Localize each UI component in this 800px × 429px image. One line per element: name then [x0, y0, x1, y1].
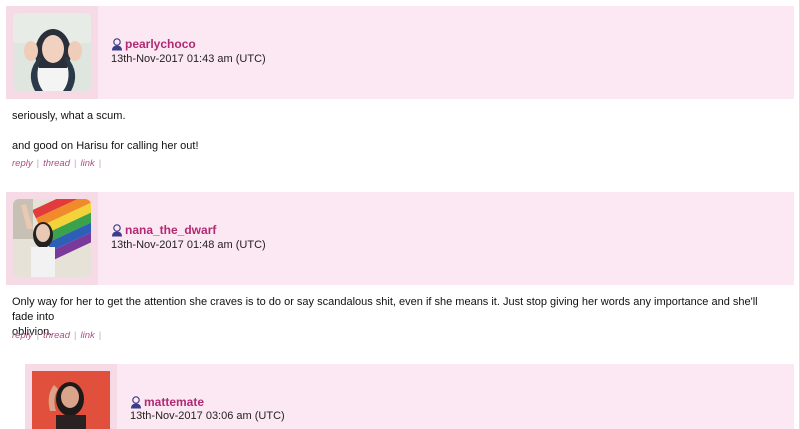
separator: |: [36, 330, 40, 341]
reply-link[interactable]: reply: [12, 330, 33, 341]
comment-header: mattemate 13th-Nov-2017 03:06 am (UTC): [25, 364, 794, 429]
avatar-photo-icon: [13, 199, 91, 277]
avatar[interactable]: [13, 199, 91, 277]
avatar[interactable]: [32, 371, 110, 429]
comment-paragraph: seriously, what a scum.: [12, 110, 126, 122]
username-link[interactable]: pearlychoco: [125, 37, 196, 51]
reply-link[interactable]: reply: [12, 158, 33, 169]
thread-link[interactable]: thread: [43, 330, 70, 341]
avatar-photo-icon: [13, 13, 91, 91]
username-link[interactable]: mattemate: [144, 395, 204, 409]
avatar-photo-icon: [32, 371, 110, 429]
comment-paragraph: and good on Harisu for calling her out!: [12, 140, 199, 152]
userline: nana_the_dwarf: [111, 223, 216, 237]
userline: mattemate: [130, 395, 204, 409]
comment-actions: reply | thread | link |: [12, 158, 105, 169]
comment-header: pearlychoco 13th-Nov-2017 01:43 am (UTC): [6, 6, 794, 99]
comment-body: seriously, what a scum. and good on Hari…: [12, 109, 782, 154]
separator: |: [98, 158, 102, 169]
comment-actions: reply | thread | link |: [12, 330, 105, 341]
comment-thread: pearlychoco 13th-Nov-2017 01:43 am (UTC)…: [0, 0, 800, 429]
user-icon[interactable]: [111, 37, 123, 51]
user-icon[interactable]: [130, 395, 142, 409]
separator: |: [74, 158, 77, 169]
thread-link[interactable]: thread: [43, 158, 70, 169]
timestamp: 13th-Nov-2017 01:43 am (UTC): [111, 53, 266, 65]
comment-paragraph: oblivion.: [12, 326, 53, 338]
separator: |: [98, 330, 102, 341]
permalink-link[interactable]: link: [80, 158, 94, 169]
comment-body: Only way for her to get the attention sh…: [12, 295, 782, 340]
permalink-link[interactable]: link: [80, 330, 94, 341]
comment-paragraph: Only way for her to get the attention sh…: [12, 296, 758, 323]
username-link[interactable]: nana_the_dwarf: [125, 223, 216, 237]
timestamp: 13th-Nov-2017 01:48 am (UTC): [111, 239, 266, 251]
userline: pearlychoco: [111, 37, 196, 51]
comment-header: nana_the_dwarf 13th-Nov-2017 01:48 am (U…: [6, 192, 794, 285]
separator: |: [36, 158, 40, 169]
avatar[interactable]: [13, 13, 91, 91]
user-icon[interactable]: [111, 223, 123, 237]
timestamp: 13th-Nov-2017 03:06 am (UTC): [130, 410, 285, 422]
separator: |: [74, 330, 77, 341]
